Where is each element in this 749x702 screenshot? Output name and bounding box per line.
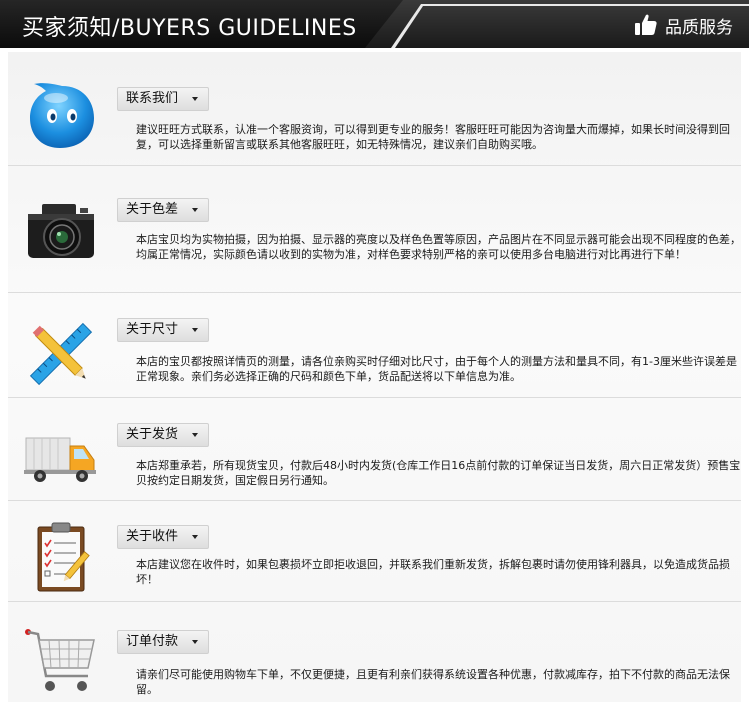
wangwang-chat-icon xyxy=(30,83,94,148)
section-payment: 订单付款 请亲们尽可能使用购物车下单，不仅更便捷，且更有利亲们获得系统设置各种优… xyxy=(8,602,741,702)
section-header-button[interactable]: 关于尺寸 xyxy=(117,318,210,342)
section-label: 订单付款 xyxy=(126,634,179,649)
section-description: 请亲们尽可能使用购物车下单，不仅更便捷，且更有利亲们获得系统设置各种优惠，付款减… xyxy=(136,668,730,696)
camera-icon xyxy=(28,204,94,258)
section-label: 关于尺寸 xyxy=(126,322,179,337)
quality-service-label: 品质服务 xyxy=(665,17,733,38)
section-label: 联系我们 xyxy=(126,91,179,106)
section-header-button[interactable]: 联系我们 xyxy=(117,87,210,111)
clipboard-icon xyxy=(37,522,90,592)
chevron-down-icon xyxy=(192,433,199,437)
delivery-truck-icon xyxy=(24,437,96,482)
section-shipping: 关于发货 本店郑重承若，所有现货宝贝，付款后48小时内发货(仓库工作日16点前付… xyxy=(8,398,741,500)
section-header-button[interactable]: 关于色差 xyxy=(117,198,210,222)
quality-service-badge: 品质服务 xyxy=(633,12,733,38)
section-description: 本店郑重承若，所有现货宝贝，付款后48小时内发货(仓库工作日16点前付款的订单保… xyxy=(136,459,741,487)
section-size: 关于尺寸 本店的宝贝都按照详情页的测量，请各位亲购买时仔细对比尺寸，由于每个人的… xyxy=(8,293,741,397)
chevron-down-icon xyxy=(192,97,199,101)
section-description: 建议旺旺方式联系，认准一个客服资询，可以得到更专业的服务！客服旺旺可能因为咨询量… xyxy=(136,123,730,151)
section-label: 关于收件 xyxy=(126,529,179,544)
section-header-button[interactable]: 关于收件 xyxy=(117,525,210,549)
page-header: 买家须知/BUYERS GUIDELINES 品质服务 xyxy=(0,0,749,48)
ruler-pencil-icon xyxy=(29,322,93,386)
section-description: 本店的宝贝都按照详情页的测量，请各位亲购买时仔细对比尺寸，由于每个人的测量方法和… xyxy=(136,355,737,383)
section-header-button[interactable]: 关于发货 xyxy=(117,423,210,447)
section-label: 关于发货 xyxy=(126,427,179,442)
guidelines-panel: 联系我们 建议旺旺方式联系，认准一个客服资询，可以得到更专业的服务！客服旺旺可能… xyxy=(8,52,741,702)
section-color-difference: 关于色差 本店宝贝均为实物拍摄，因为拍摄、显示器的亮度以及样色色置等原因，产品图… xyxy=(8,166,741,292)
section-header-button[interactable]: 订单付款 xyxy=(117,630,210,654)
chevron-down-icon xyxy=(192,640,199,644)
shopping-cart-icon xyxy=(25,629,95,691)
chevron-down-icon xyxy=(192,328,199,332)
section-contact: 联系我们 建议旺旺方式联系，认准一个客服资询，可以得到更专业的服务！客服旺旺可能… xyxy=(8,52,741,165)
chevron-down-icon xyxy=(192,208,199,212)
section-receiving: 关于收件 本店建议您在收件时，如果包裹损坏立即拒收退回，并联系我们重新发货，拆解… xyxy=(8,501,741,601)
section-label: 关于色差 xyxy=(126,202,179,217)
chevron-down-icon xyxy=(192,535,199,539)
page-title: 买家须知/BUYERS GUIDELINES xyxy=(22,16,357,41)
section-description: 本店宝贝均为实物拍摄，因为拍摄、显示器的亮度以及样色色置等原因，产品图片在不同显… xyxy=(136,233,741,261)
thumbs-up-icon xyxy=(635,14,657,35)
section-description: 本店建议您在收件时，如果包裹损坏立即拒收退回，并联系我们重新发货，拆解包裹时请勿… xyxy=(136,558,730,586)
